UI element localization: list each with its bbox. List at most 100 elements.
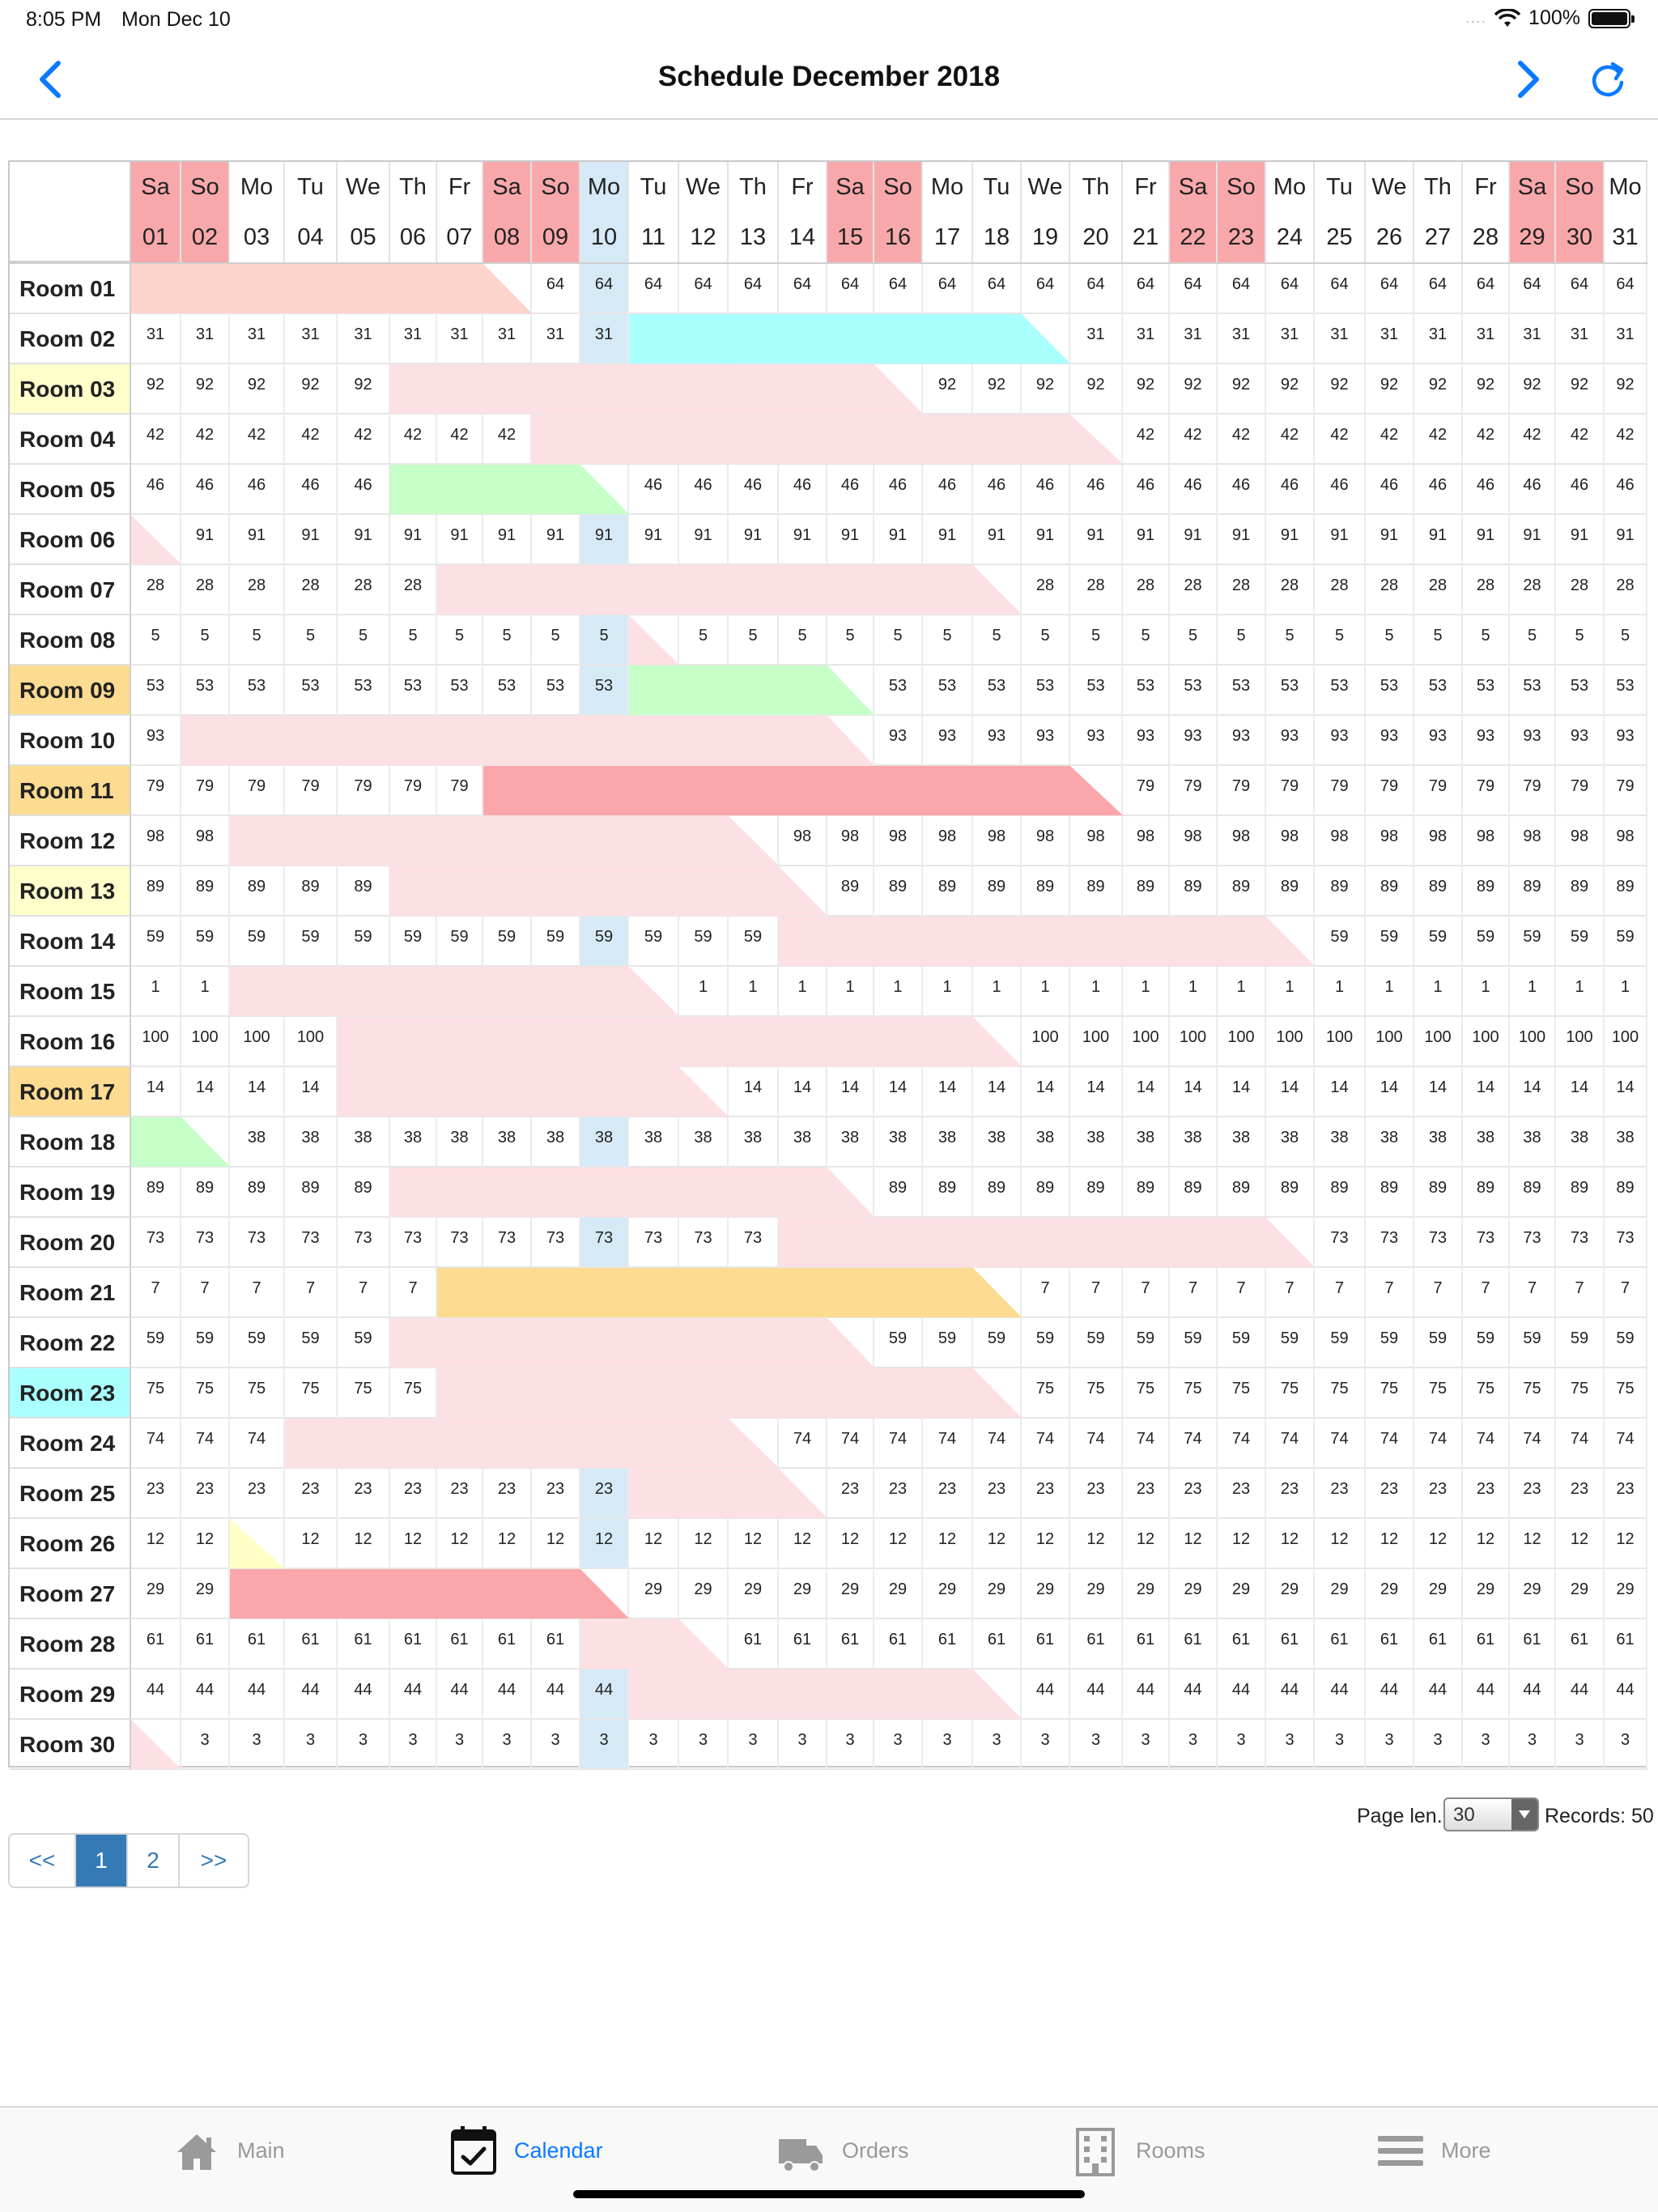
tab-more[interactable]: More	[1376, 2122, 1491, 2179]
schedule-cell[interactable]: 93	[1218, 716, 1266, 766]
schedule-cell[interactable]: 46	[973, 465, 1022, 515]
schedule-cell[interactable]: 61	[390, 1619, 437, 1670]
schedule-cell[interactable]: 89	[1605, 866, 1647, 917]
schedule-cell[interactable]: 74	[1070, 1419, 1123, 1469]
schedule-cell[interactable]: 46	[338, 465, 390, 515]
schedule-cell[interactable]: 93	[1414, 716, 1463, 766]
schedule-cell[interactable]: 91	[1366, 515, 1414, 565]
schedule-cell[interactable]: 61	[923, 1619, 973, 1670]
schedule-cell[interactable]: 91	[437, 515, 483, 565]
schedule-cell[interactable]: 61	[1070, 1619, 1123, 1670]
schedule-cell[interactable]: 28	[1266, 565, 1315, 615]
schedule-cell[interactable]: 7	[131, 1268, 181, 1318]
schedule-cell[interactable]: 91	[1510, 515, 1556, 565]
schedule-cell[interactable]: 3	[827, 1720, 874, 1770]
schedule-cell[interactable]: 64	[827, 264, 874, 314]
page-length-select[interactable]: 30	[1443, 1797, 1539, 1831]
schedule-cell[interactable]: 12	[629, 1519, 679, 1569]
day-header-05[interactable]: We 05	[338, 162, 390, 262]
schedule-cell[interactable]: 89	[1463, 866, 1510, 917]
schedule-cell[interactable]: 3	[1170, 1720, 1218, 1770]
schedule-cell[interactable]: 93	[131, 716, 181, 766]
schedule-cell[interactable]: 46	[679, 465, 729, 515]
schedule-cell[interactable]: 75	[1170, 1368, 1218, 1419]
schedule-cell[interactable]: 31	[437, 314, 483, 364]
schedule-cell[interactable]: 29	[1315, 1569, 1366, 1619]
schedule-cell[interactable]: 28	[1605, 565, 1647, 615]
schedule-cell[interactable]: 5	[679, 615, 729, 666]
schedule-cell[interactable]: 7	[1463, 1268, 1510, 1318]
schedule-cell[interactable]: 31	[1266, 314, 1315, 364]
day-header-03[interactable]: Mo 03	[230, 162, 285, 262]
schedule-cell[interactable]: 91	[1605, 515, 1647, 565]
schedule-cell[interactable]: 14	[1266, 1067, 1315, 1117]
booking-bar[interactable]	[779, 917, 1266, 966]
schedule-cell[interactable]: 75	[131, 1368, 181, 1419]
schedule-cell[interactable]: 89	[1170, 1168, 1218, 1218]
schedule-cell[interactable]: 3	[1414, 1720, 1463, 1770]
schedule-cell[interactable]: 59	[338, 1318, 390, 1368]
schedule-cell[interactable]: 12	[1123, 1519, 1170, 1569]
schedule-cell[interactable]: 7	[1266, 1268, 1315, 1318]
schedule-cell[interactable]: 5	[973, 615, 1022, 666]
schedule-cell[interactable]: 46	[1218, 465, 1266, 515]
schedule-cell[interactable]: 14	[1170, 1067, 1218, 1117]
schedule-cell[interactable]: 12	[827, 1519, 874, 1569]
schedule-cell[interactable]: 46	[1315, 465, 1366, 515]
schedule-cell[interactable]: 29	[874, 1569, 923, 1619]
schedule-cell[interactable]: 42	[437, 415, 483, 465]
schedule-cell[interactable]: 42	[1170, 415, 1218, 465]
schedule-cell[interactable]: 3	[973, 1720, 1022, 1770]
schedule-cell[interactable]: 46	[1022, 465, 1070, 515]
schedule-cell[interactable]: 59	[1414, 917, 1463, 967]
schedule-cell[interactable]: 3	[779, 1720, 827, 1770]
schedule-cell[interactable]: 44	[1266, 1670, 1315, 1720]
schedule-cell[interactable]: 91	[1022, 515, 1070, 565]
schedule-cell[interactable]: 28	[1170, 565, 1218, 615]
schedule-cell[interactable]: 73	[532, 1218, 580, 1268]
schedule-cell[interactable]: 29	[923, 1569, 973, 1619]
tab-main[interactable]: Main	[172, 2122, 285, 2179]
schedule-cell[interactable]: 38	[390, 1117, 437, 1168]
schedule-cell[interactable]: 89	[874, 866, 923, 917]
schedule-cell[interactable]: 38	[437, 1117, 483, 1168]
schedule-cell[interactable]: 91	[629, 515, 679, 565]
schedule-cell[interactable]: 3	[181, 1720, 230, 1770]
schedule-cell[interactable]: 23	[1315, 1469, 1366, 1519]
schedule-cell[interactable]: 28	[230, 565, 285, 615]
schedule-cell[interactable]: 31	[338, 314, 390, 364]
schedule-cell[interactable]: 61	[181, 1619, 230, 1670]
schedule-cell[interactable]: 91	[729, 515, 779, 565]
schedule-cell[interactable]: 61	[437, 1619, 483, 1670]
schedule-cell[interactable]: 38	[779, 1117, 827, 1168]
schedule-cell[interactable]: 5	[437, 615, 483, 666]
schedule-cell[interactable]: 12	[483, 1519, 532, 1569]
schedule-cell[interactable]: 59	[1170, 1318, 1218, 1368]
schedule-cell[interactable]: 100	[1218, 1017, 1266, 1067]
room-label-17[interactable]: Room 17	[10, 1067, 131, 1117]
schedule-cell[interactable]: 5	[779, 615, 827, 666]
schedule-cell[interactable]: 23	[580, 1469, 629, 1519]
schedule-cell[interactable]: 64	[1605, 264, 1647, 314]
schedule-cell[interactable]: 61	[874, 1619, 923, 1670]
schedule-cell[interactable]: 5	[1022, 615, 1070, 666]
schedule-cell[interactable]: 5	[181, 615, 230, 666]
schedule-cell[interactable]: 12	[779, 1519, 827, 1569]
schedule-cell[interactable]: 79	[1463, 766, 1510, 816]
schedule-cell[interactable]: 98	[1170, 816, 1218, 866]
schedule-cell[interactable]: 74	[1266, 1419, 1315, 1469]
schedule-cell[interactable]: 38	[729, 1117, 779, 1168]
schedule-cell[interactable]: 75	[1218, 1368, 1266, 1419]
schedule-cell[interactable]: 3	[483, 1720, 532, 1770]
schedule-cell[interactable]: 73	[1366, 1218, 1414, 1268]
schedule-cell[interactable]: 29	[1218, 1569, 1266, 1619]
schedule-cell[interactable]: 38	[1218, 1117, 1266, 1168]
schedule-cell[interactable]: 28	[285, 565, 338, 615]
schedule-cell[interactable]: 31	[1414, 314, 1463, 364]
schedule-cell[interactable]: 42	[1123, 415, 1170, 465]
schedule-cell[interactable]: 23	[923, 1469, 973, 1519]
schedule-cell[interactable]: 93	[1266, 716, 1315, 766]
schedule-cell[interactable]: 31	[1463, 314, 1510, 364]
schedule-cell[interactable]: 74	[1463, 1419, 1510, 1469]
schedule-cell[interactable]: 12	[131, 1519, 181, 1569]
